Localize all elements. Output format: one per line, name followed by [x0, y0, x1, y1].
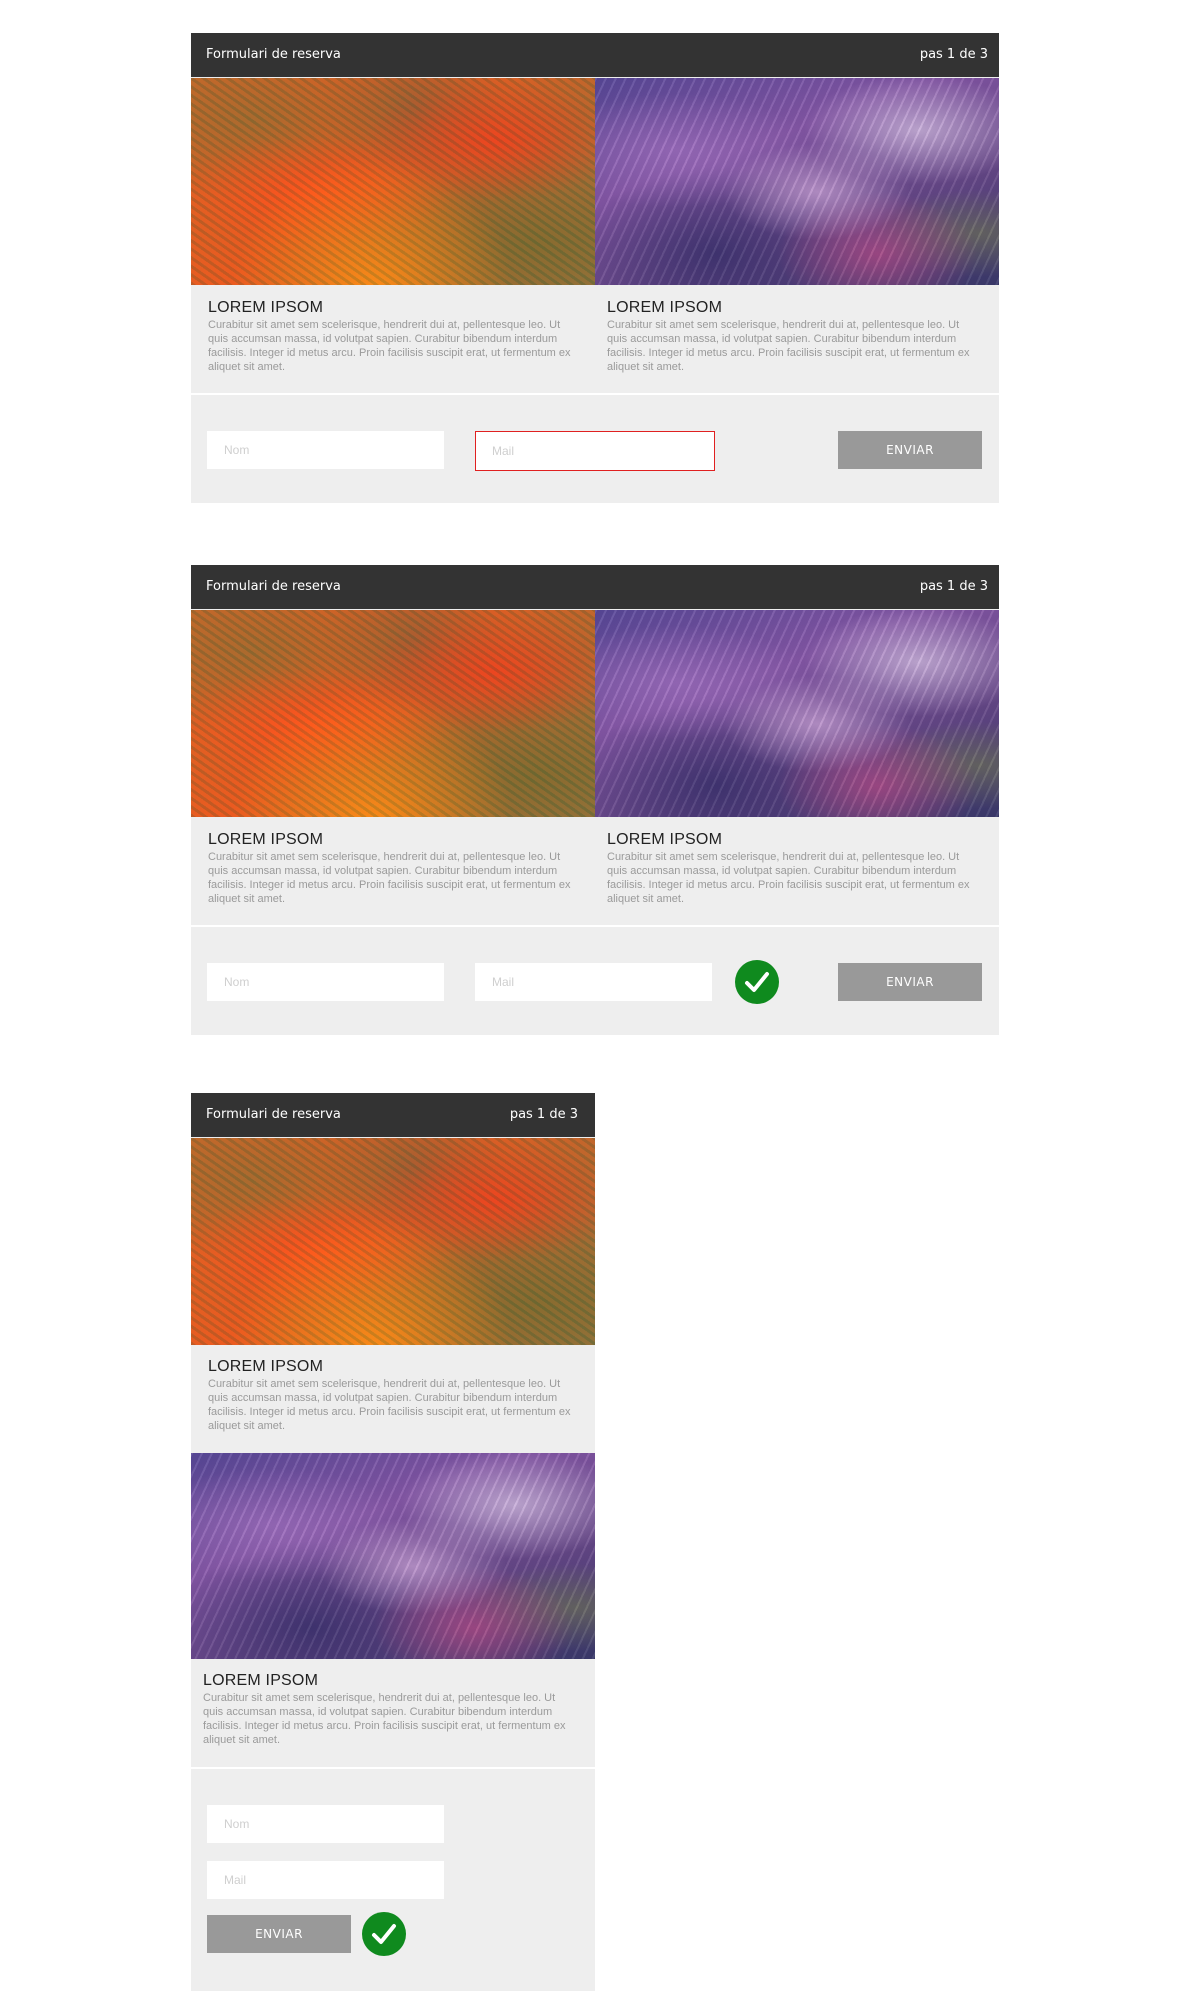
card-image-fire — [191, 1138, 595, 1345]
card-caption: LOREM IPSOM Curabitur sit amet sem scele… — [607, 831, 977, 906]
card-image-fire — [191, 78, 595, 285]
card-caption: LOREM IPSOM Curabitur sit amet sem scele… — [208, 1358, 578, 1433]
card-title: LOREM IPSOM — [208, 1358, 324, 1375]
submit-button[interactable]: ENVIAR — [838, 431, 982, 469]
checkmark-icon — [362, 1912, 406, 1956]
card-image-cosmic — [191, 1453, 595, 1659]
card-text: Curabitur sit amet sem scelerisque, hend… — [208, 851, 571, 905]
form-title: Formulari de reserva — [206, 1107, 341, 1122]
divider — [191, 1767, 595, 1769]
submit-button[interactable]: ENVIAR — [207, 1915, 351, 1953]
divider — [191, 393, 999, 395]
mail-input-error[interactable] — [475, 431, 715, 471]
name-input[interactable] — [207, 1805, 444, 1843]
card-title: LOREM IPSOM — [203, 1672, 319, 1689]
card-text: Curabitur sit amet sem scelerisque, hend… — [607, 851, 970, 905]
card-caption: LOREM IPSOM Curabitur sit amet sem scele… — [203, 1672, 573, 1747]
card-caption: LOREM IPSOM Curabitur sit amet sem scele… — [208, 831, 578, 906]
card-text: Curabitur sit amet sem scelerisque, hend… — [203, 1692, 566, 1746]
form-header: Formulari de reserva pas 1 de 3 — [191, 565, 999, 609]
reservation-form-success: Formulari de reserva pas 1 de 3 LOREM IP… — [191, 565, 999, 1035]
name-input[interactable] — [207, 963, 444, 1001]
reservation-form-mobile: Formulari de reserva pas 1 de 3 LOREM IP… — [191, 1093, 595, 1991]
card-title: LOREM IPSOM — [607, 831, 723, 848]
card-image-cosmic — [595, 78, 999, 285]
step-indicator: pas 1 de 3 — [509, 1107, 578, 1122]
form-title: Formulari de reserva — [206, 47, 341, 62]
form-header: Formulari de reserva pas 1 de 3 — [191, 33, 999, 77]
step-indicator: pas 1 de 3 — [919, 47, 988, 62]
form-title: Formulari de reserva — [206, 579, 341, 594]
name-input[interactable] — [207, 431, 444, 469]
card-title: LOREM IPSOM — [607, 299, 723, 316]
card-text: Curabitur sit amet sem scelerisque, hend… — [208, 1378, 571, 1432]
form-header: Formulari de reserva pas 1 de 3 — [191, 1093, 595, 1137]
reservation-form-error: Formulari de reserva pas 1 de 3 LOREM IP… — [191, 33, 999, 503]
submit-button[interactable]: ENVIAR — [838, 963, 982, 1001]
card-text: Curabitur sit amet sem scelerisque, hend… — [208, 319, 571, 373]
card-text: Curabitur sit amet sem scelerisque, hend… — [607, 319, 970, 373]
card-title: LOREM IPSOM — [208, 831, 324, 848]
step-indicator: pas 1 de 3 — [919, 579, 988, 594]
card-image-fire — [191, 610, 595, 817]
mail-input[interactable] — [207, 1861, 444, 1899]
card-caption: LOREM IPSOM Curabitur sit amet sem scele… — [607, 299, 977, 374]
divider — [191, 925, 999, 927]
checkmark-icon — [735, 960, 779, 1004]
card-title: LOREM IPSOM — [208, 299, 324, 316]
card-caption: LOREM IPSOM Curabitur sit amet sem scele… — [208, 299, 578, 374]
card-image-cosmic — [595, 610, 999, 817]
mail-input[interactable] — [475, 963, 712, 1001]
